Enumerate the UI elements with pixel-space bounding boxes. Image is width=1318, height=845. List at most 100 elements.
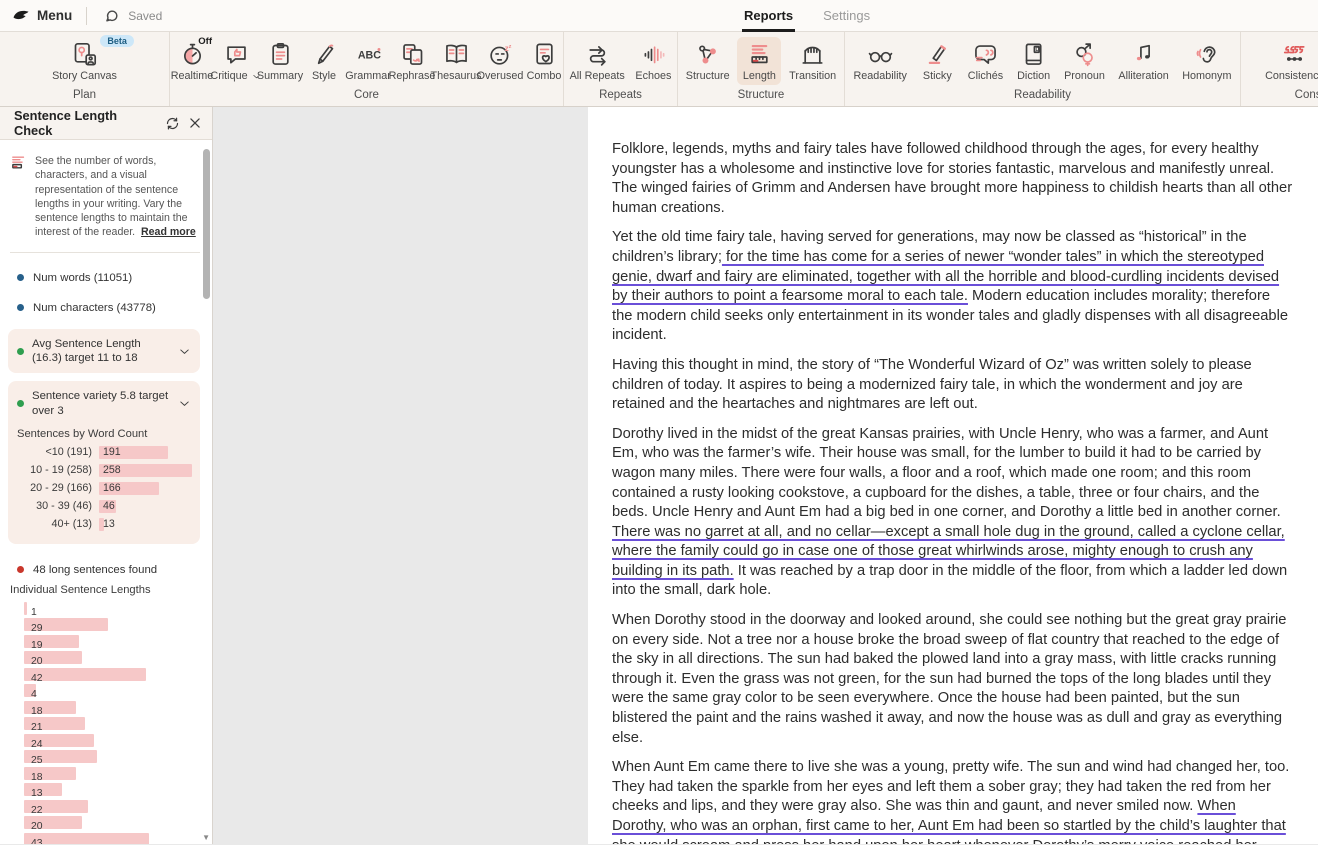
document-text: When Dorothy stood in the doorway and lo… (612, 612, 1286, 746)
sentence-length-value: 20 (24, 656, 43, 667)
menu-label: Menu (37, 8, 72, 23)
sentence-length-bar-row[interactable]: 20 (24, 651, 200, 664)
stat-row[interactable]: Num characters (43778) (0, 293, 200, 323)
toolbar-item-diction[interactable]: DDiction (1012, 37, 1056, 85)
sentence-length-value: 13 (24, 788, 43, 799)
summary-icon (267, 41, 294, 68)
word-count-value: 166 (99, 482, 121, 494)
save-status: Saved (87, 7, 162, 24)
toolbar-item-grammar[interactable]: ABCGrammar (346, 37, 390, 85)
stat-dot-icon (17, 274, 24, 281)
sentence-length-bar-row[interactable]: 25 (24, 750, 200, 763)
toolbar-item-rephrase[interactable]: Rephrase (390, 37, 434, 85)
sentence-length-bar-row[interactable]: 42 (24, 668, 200, 681)
word-count-value: 258 (99, 464, 121, 476)
toolbar-item-style[interactable]: Style (302, 37, 346, 85)
chevron-down-icon[interactable] (177, 396, 192, 411)
toolbar-item-label: Realtime (171, 70, 214, 82)
toolbar-item-consistency[interactable]: Consistency (1260, 37, 1318, 85)
document-paragraph[interactable]: Having this thought in mind, the story o… (612, 356, 1293, 415)
toolbar-group-repeats: All RepeatsEchoesRepeats (564, 32, 678, 106)
menu-button[interactable]: Menu (0, 0, 86, 31)
document-paragraph[interactable]: Folklore, legends, myths and fairy tales… (612, 140, 1293, 218)
toolbar-item-length[interactable]: Length (737, 37, 781, 85)
metric-card-header[interactable]: Avg Sentence Length (16.3) target 11 to … (17, 337, 192, 366)
toolbar-group-core: OffRealtimeCritiqueSummaryStyleABCGramma… (170, 32, 564, 106)
document-text: When Aunt Em came there to live she was … (612, 759, 1289, 814)
readability-icon (867, 41, 894, 68)
metric-card-header[interactable]: Sentence variety 5.8 target over 3 (17, 389, 192, 418)
toolbar-item-label: Summary (257, 70, 303, 82)
document-paragraph[interactable]: When Dorothy stood in the doorway and lo… (612, 611, 1293, 748)
toolbar-item-pronoun[interactable]: Pronoun (1059, 37, 1110, 85)
toolbar-item-label: Transition (789, 70, 836, 82)
read-more-link[interactable]: Read more (141, 226, 196, 238)
toolbar-group-label: Structure (678, 87, 844, 106)
svg-text:D: D (1036, 47, 1040, 53)
metric-card: Avg Sentence Length (16.3) target 11 to … (8, 329, 200, 374)
sentence-length-value: 29 (24, 623, 43, 634)
toolbar-item-realtime[interactable]: OffRealtime (170, 37, 214, 85)
toolbar-item-homonym[interactable]: Homonym (1177, 37, 1236, 85)
sentence-length-value: 24 (24, 739, 43, 750)
metric-label: Avg Sentence Length (16.3) target 11 to … (32, 337, 169, 366)
sync-icon (103, 7, 120, 24)
document-paragraph[interactable]: Dorothy lived in the midst of the great … (612, 425, 1293, 601)
long-sentences-label: 48 long sentences found (33, 564, 157, 576)
toolbar-item-sticky[interactable]: Sticky (915, 37, 959, 85)
sentence-length-bar-row[interactable]: 4 (24, 684, 200, 697)
divider (10, 252, 200, 253)
toolbar-item-readability[interactable]: Readability (848, 37, 911, 85)
individual-lengths-title: Individual Sentence Lengths (0, 580, 200, 602)
sentence-length-bar-row[interactable]: 20 (24, 816, 200, 829)
transition-icon (799, 41, 826, 68)
word-count-chart-title: Sentences by Word Count (17, 428, 192, 440)
toolbar-item-combo[interactable]: Combo (522, 37, 566, 85)
stat-dot-icon (17, 304, 24, 311)
toolbar-item-overused[interactable]: zzOverused (478, 37, 522, 85)
word-count-bucket-label: 20 - 29 (166) (17, 482, 99, 494)
toolbar-item-story-canvas[interactable]: BetaStory Canvas (47, 37, 122, 85)
sentence-length-value: 19 (24, 640, 43, 651)
sentence-length-bar-row[interactable]: 21 (24, 717, 200, 730)
toolbar-item-label: Sticky (923, 70, 952, 82)
sentence-length-bar-row[interactable]: 19 (24, 635, 200, 648)
refresh-icon[interactable] (165, 116, 180, 131)
sentence-length-bar-row[interactable]: 24 (24, 734, 200, 747)
sentence-length-bar-row[interactable]: 13 (24, 783, 200, 796)
sidebar-scrollbar-thumb[interactable] (203, 149, 210, 299)
scroll-down-arrow[interactable]: ▼ (202, 833, 210, 842)
sentence-length-bar-row[interactable]: 22 (24, 800, 200, 813)
chevron-down-icon[interactable] (177, 344, 192, 359)
toolbar-item-thesaurus[interactable]: Thesaurus (434, 37, 478, 85)
sentence-length-bar-row[interactable]: 29 (24, 618, 200, 631)
toolbar-item-summary[interactable]: Summary (258, 37, 302, 85)
stat-label: Num characters (43778) (33, 302, 156, 314)
document-text: Having this thought in mind, the story o… (612, 357, 1252, 412)
toolbar-item-alliteration[interactable]: Alliteration (1113, 37, 1173, 85)
sentence-length-bar-row[interactable]: 1 (24, 602, 200, 615)
toolbar-item-all-repeats[interactable]: All Repeats (565, 37, 630, 85)
toolbar-item-label: Rephrase (389, 70, 436, 82)
document-page[interactable]: Folklore, legends, myths and fairy tales… (588, 107, 1318, 844)
sentence-length-bar-row[interactable]: 18 (24, 767, 200, 780)
toolbar-item-clichés[interactable]: Clichés (963, 37, 1008, 85)
tab-reports[interactable]: Reports (742, 0, 795, 32)
toolbar-group-consistency: ConsistencyaAcConsistency (1241, 32, 1318, 106)
sentence-length-value: 1 (24, 607, 37, 618)
toolbar-item-critique[interactable]: Critique (214, 37, 258, 85)
top-header: Menu Saved Reports Settings (0, 0, 1318, 32)
echoes-icon (640, 41, 667, 68)
word-count-bucket-label: <10 (191) (17, 446, 99, 458)
stat-row[interactable]: Num words (11051) (0, 263, 200, 293)
toolbar-item-echoes[interactable]: Echoes (630, 37, 676, 85)
toolbar-item-transition[interactable]: Transition (784, 37, 841, 85)
sentence-length-bar-row[interactable]: 18 (24, 701, 200, 714)
document-paragraph[interactable]: Yet the old time fairy tale, having serv… (612, 228, 1293, 346)
document-paragraph[interactable]: When Aunt Em came there to live she was … (612, 758, 1293, 844)
sentence-length-bar-row[interactable]: 43 (24, 833, 200, 844)
close-icon[interactable] (188, 116, 202, 130)
word-count-bucket-label: 10 - 19 (258) (17, 464, 99, 476)
tab-settings[interactable]: Settings (821, 0, 872, 32)
toolbar-item-structure[interactable]: Structure (681, 37, 735, 85)
